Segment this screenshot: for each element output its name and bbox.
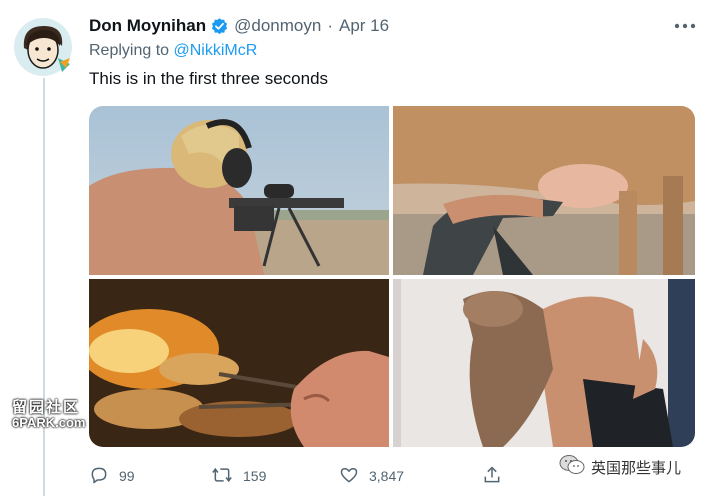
reply-icon <box>89 465 109 488</box>
replying-to: Replying to @NikkiMcR <box>89 42 257 60</box>
share-button[interactable] <box>482 462 502 490</box>
replying-prefix: Replying to <box>89 42 170 59</box>
reply-button[interactable]: 99 <box>89 462 135 490</box>
tweet-actions: 99 159 3,847 <box>89 462 609 490</box>
retweet-icon <box>211 465 233 488</box>
replying-mention-link[interactable]: @NikkiMcR <box>174 42 258 59</box>
watermark-en-text: 6PARK.com <box>12 415 86 430</box>
watermark-wechat: 英国那些事儿 <box>559 454 681 481</box>
media-tile-cow[interactable] <box>393 106 695 275</box>
reply-count: 99 <box>119 468 135 484</box>
like-count: 3,847 <box>369 468 405 484</box>
retweet-button[interactable]: 159 <box>211 462 266 490</box>
author-handle[interactable]: @donmoyn <box>234 16 321 36</box>
media-grid[interactable] <box>89 106 695 447</box>
watermark-6park: 留园社区 6PARK.com <box>12 396 96 434</box>
share-icon <box>482 465 502 488</box>
wechat-icon <box>559 454 585 481</box>
media-tile-rifle[interactable] <box>89 106 389 275</box>
tweet-text: This is in the first three seconds <box>89 69 329 88</box>
separator-dot: · <box>327 16 333 35</box>
like-button[interactable]: 3,847 <box>339 462 404 490</box>
author-name[interactable]: Don Moynihan <box>89 16 206 36</box>
like-icon <box>339 465 359 488</box>
verified-badge-icon <box>210 17 229 36</box>
watermark-cn-text: 留园社区 <box>12 398 81 416</box>
tweet-date[interactable]: Apr 16 <box>339 16 389 36</box>
media-tile-grill[interactable] <box>89 279 389 447</box>
media-tile-calf[interactable] <box>393 279 695 447</box>
more-icon[interactable] <box>672 14 698 38</box>
watermark-right-text: 英国那些事儿 <box>591 459 682 477</box>
avatar[interactable] <box>14 18 72 76</box>
retweet-count: 159 <box>243 468 267 484</box>
tweet-header: Don Moynihan @donmoyn · Apr 16 <box>89 14 389 38</box>
